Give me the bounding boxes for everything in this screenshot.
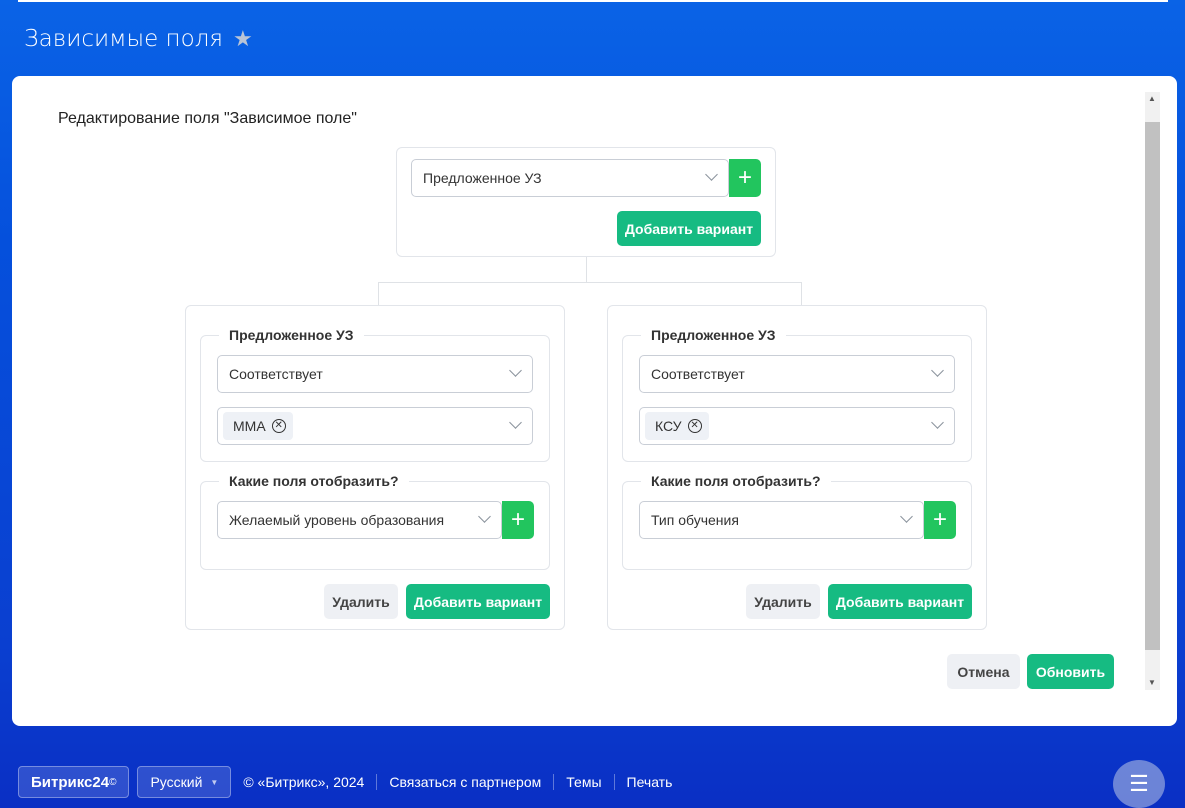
chevron-down-icon [931, 364, 944, 377]
scroll-down-icon[interactable]: ▼ [1148, 678, 1156, 687]
branch-card: Предложенное УЗ Соответствует КСУ ✕ Какие… [607, 305, 987, 630]
connector [801, 282, 802, 305]
cancel-button[interactable]: Отмена [947, 654, 1020, 689]
remove-tag-icon[interactable]: ✕ [271, 419, 286, 433]
condition-group: Предложенное УЗ Соответствует КСУ ✕ [622, 327, 972, 462]
condition-select[interactable]: Соответствует [639, 355, 955, 393]
print-link[interactable]: Печать [613, 774, 685, 790]
root-field-select[interactable]: Предложенное УЗ [411, 159, 729, 197]
field-select[interactable]: Тип обучения [639, 501, 924, 539]
add-field-button[interactable]: + [502, 501, 534, 539]
connector [378, 282, 379, 305]
add-field-button[interactable]: + [924, 501, 956, 539]
chevron-down-icon [900, 510, 913, 523]
add-field-button[interactable]: + [729, 159, 761, 197]
chevron-down-icon [478, 510, 491, 523]
fields-group: Какие поля отобразить? Желаемый уровень … [200, 473, 550, 570]
delete-button[interactable]: Удалить [324, 584, 398, 619]
chevron-down-icon [509, 416, 522, 429]
fields-group: Какие поля отобразить? Тип обучения + [622, 473, 972, 570]
condition-select[interactable]: Соответствует [217, 355, 533, 393]
editor-heading: Редактирование поля "Зависимое поле" [58, 110, 357, 127]
copyright: © «Битрикс», 2024 [243, 774, 365, 790]
condition-group: Предложенное УЗ Соответствует ММА ✕ [200, 327, 550, 462]
bitrix-logo[interactable]: Битрикс24 © [18, 766, 130, 798]
scrollbar-thumb[interactable] [1145, 122, 1160, 650]
add-variant-button[interactable]: Добавить вариант [617, 211, 761, 246]
chevron-down-icon [509, 364, 522, 377]
connector [378, 282, 802, 283]
page-title: Зависимые поля ★ [24, 26, 253, 52]
add-variant-button[interactable]: Добавить вариант [406, 584, 550, 619]
chevron-down-icon [931, 416, 944, 429]
remove-tag-icon[interactable]: ✕ [687, 419, 702, 433]
language-select[interactable]: Русский ▼ [137, 766, 232, 798]
branch-card: Предложенное УЗ Соответствует ММА ✕ Какие… [185, 305, 565, 630]
value-multiselect[interactable]: ММА ✕ [217, 407, 533, 445]
footer: Битрикс24 © Русский ▼ © «Битрикс», 2024 Св… [18, 766, 684, 798]
caret-down-icon: ▼ [210, 777, 219, 787]
field-select[interactable]: Желаемый уровень образования [217, 501, 502, 539]
themes-link[interactable]: Темы [553, 774, 613, 790]
scroll-up-icon[interactable]: ▲ [1148, 94, 1156, 103]
star-icon[interactable]: ★ [233, 27, 253, 52]
value-multiselect[interactable]: КСУ ✕ [639, 407, 955, 445]
update-button[interactable]: Обновить [1027, 654, 1114, 689]
add-variant-button[interactable]: Добавить вариант [828, 584, 972, 619]
menu-list-icon[interactable]: ☰ [1113, 760, 1165, 808]
delete-button[interactable]: Удалить [746, 584, 820, 619]
chevron-down-icon [705, 168, 718, 181]
value-tag: КСУ ✕ [645, 412, 709, 440]
root-node: Предложенное УЗ + Добавить вариант [396, 147, 776, 257]
top-bar [18, 0, 1168, 2]
connector [586, 257, 587, 282]
value-tag: ММА ✕ [223, 412, 293, 440]
editor-panel: Редактирование поля "Зависимое поле" Пре… [12, 76, 1177, 726]
partner-link[interactable]: Связаться с партнером [376, 774, 553, 790]
